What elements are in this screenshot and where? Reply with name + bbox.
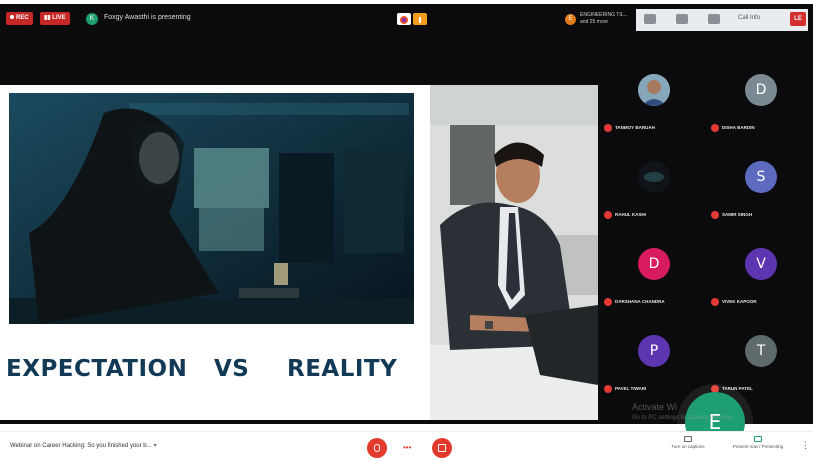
- mic-off-icon: [604, 210, 612, 219]
- participant-name: DARSHANA CHANDRA: [615, 299, 665, 305]
- captions-button[interactable]: Turn on captions: [653, 436, 723, 458]
- watermark-title: Activate Wi: [632, 402, 678, 412]
- participant-tile[interactable]: V VIVEK KAPOOR: [707, 236, 813, 323]
- mic-off-icon: [604, 123, 612, 132]
- activities-icon[interactable]: [708, 14, 720, 24]
- record-dot-icon: [10, 15, 14, 20]
- recording-label: REC: [16, 15, 29, 21]
- mic-icon: [374, 444, 380, 452]
- more-vert-icon[interactable]: ⋮: [801, 440, 810, 451]
- participant-name: VIVEK KAPOOR: [722, 299, 757, 305]
- participant-name-row: TANMOY BARUAH: [604, 119, 655, 132]
- meeting-stage: REC ▮▮ LIVE K Foxgy Awasthi is presentin…: [0, 4, 813, 460]
- host-avatar: E: [565, 14, 576, 25]
- presenter-avatar: K: [86, 13, 98, 25]
- presentation-slide: EXPECTATION VS REALITY: [0, 85, 430, 420]
- windows-watermark: Activate Wi Go to PC settings to activat…: [632, 402, 734, 424]
- slide-title-vs: VS: [214, 356, 250, 382]
- participant-name-row: VIVEK KAPOOR: [711, 293, 757, 306]
- mic-off-icon: [604, 384, 612, 393]
- present-now-button[interactable]: Present now / Presenting: [723, 436, 793, 458]
- participant-name: TANMOY BARUAH: [615, 125, 655, 131]
- meeting-details-select[interactable]: Webinar on Career Hacking: So you finish…: [10, 442, 157, 449]
- mic-off-icon: [711, 210, 719, 219]
- participants-grid: TANMOY BARUAH D DISHA BARDIN RAHUL KASHI…: [600, 32, 813, 460]
- participant-tile[interactable]: D DISHA BARDIN: [707, 62, 813, 149]
- slide-title-reality: REALITY: [287, 356, 398, 382]
- participant-tile[interactable]: RAHUL KASHI: [600, 149, 706, 236]
- avatar: [638, 74, 670, 106]
- live-label: LIVE: [52, 15, 66, 21]
- top-bar: REC ▮▮ LIVE K Foxgy Awasthi is presentin…: [0, 4, 813, 32]
- avatar: P: [638, 335, 670, 367]
- present-icon: [754, 436, 762, 442]
- participant-name-row: SAMIR SINGH: [711, 206, 753, 219]
- mic-toggle-button[interactable]: [367, 438, 387, 458]
- captions-icon: [684, 436, 692, 442]
- host-label: ENGINEERING TIL... and 25 more: [580, 12, 628, 25]
- camera-icon: [438, 444, 446, 452]
- avatar: V: [745, 248, 777, 280]
- chevron-down-icon: ▾: [153, 443, 157, 449]
- mic-off-icon: [604, 297, 612, 306]
- live-badge: ▮▮ LIVE: [40, 12, 70, 25]
- leave-button[interactable]: LE: [790, 12, 806, 26]
- avatar: S: [745, 161, 777, 193]
- participant-name-row: DISHA BARDIN: [711, 119, 755, 132]
- camera-toggle-button[interactable]: [432, 438, 452, 458]
- mic-off-icon: [711, 123, 719, 132]
- meeting-toolbar: [636, 9, 808, 31]
- watermark-subtitle: Go to PC settings to activate Windows: [632, 415, 735, 421]
- participant-name-row: PAVEL TIWARI: [604, 380, 647, 393]
- meeting-title: Webinar on Career Hacking: So you finish…: [10, 443, 152, 449]
- meeting-window: REC ▮▮ LIVE K Foxgy Awasthi is presentin…: [0, 0, 813, 461]
- participant-name: PAVEL TIWARI: [615, 386, 647, 392]
- call-info-button[interactable]: Call Info: [738, 15, 760, 21]
- more-options-icon[interactable]: •••: [403, 444, 413, 452]
- slide-title-expectation: EXPECTATION: [6, 356, 188, 382]
- chat-icon[interactable]: [676, 14, 688, 24]
- avatar: D: [638, 248, 670, 280]
- participant-name: SAMIR SINGH: [722, 212, 753, 218]
- avatar: D: [745, 74, 777, 106]
- people-icon[interactable]: [644, 14, 656, 24]
- app-shortcut-icon[interactable]: [413, 13, 427, 25]
- avatar: [638, 161, 670, 193]
- present-label: Present now / Presenting: [732, 444, 784, 449]
- participant-tile[interactable]: TANMOY BARUAH: [600, 62, 706, 149]
- participant-tile[interactable]: S SAMIR SINGH: [707, 149, 813, 236]
- mic-off-icon: [711, 297, 719, 306]
- captions-label: Turn on captions: [671, 444, 705, 449]
- participant-tile[interactable]: D DARSHANA CHANDRA: [600, 236, 706, 323]
- participant-name-row: RAHUL KASHI: [604, 206, 646, 219]
- participant-name: DISHA BARDIN: [722, 125, 755, 131]
- presenter-status: Foxgy Awasthi is presenting: [104, 14, 191, 21]
- browser-icon[interactable]: [397, 13, 411, 25]
- recording-badge: REC: [6, 12, 33, 25]
- bottom-bar: Webinar on Career Hacking: So you finish…: [0, 431, 813, 461]
- avatar: T: [745, 335, 777, 367]
- expectation-image: [9, 93, 414, 324]
- reality-image: [430, 85, 598, 420]
- participant-name: RAHUL KASHI: [615, 212, 646, 218]
- participant-name-row: DARSHANA CHANDRA: [604, 293, 665, 306]
